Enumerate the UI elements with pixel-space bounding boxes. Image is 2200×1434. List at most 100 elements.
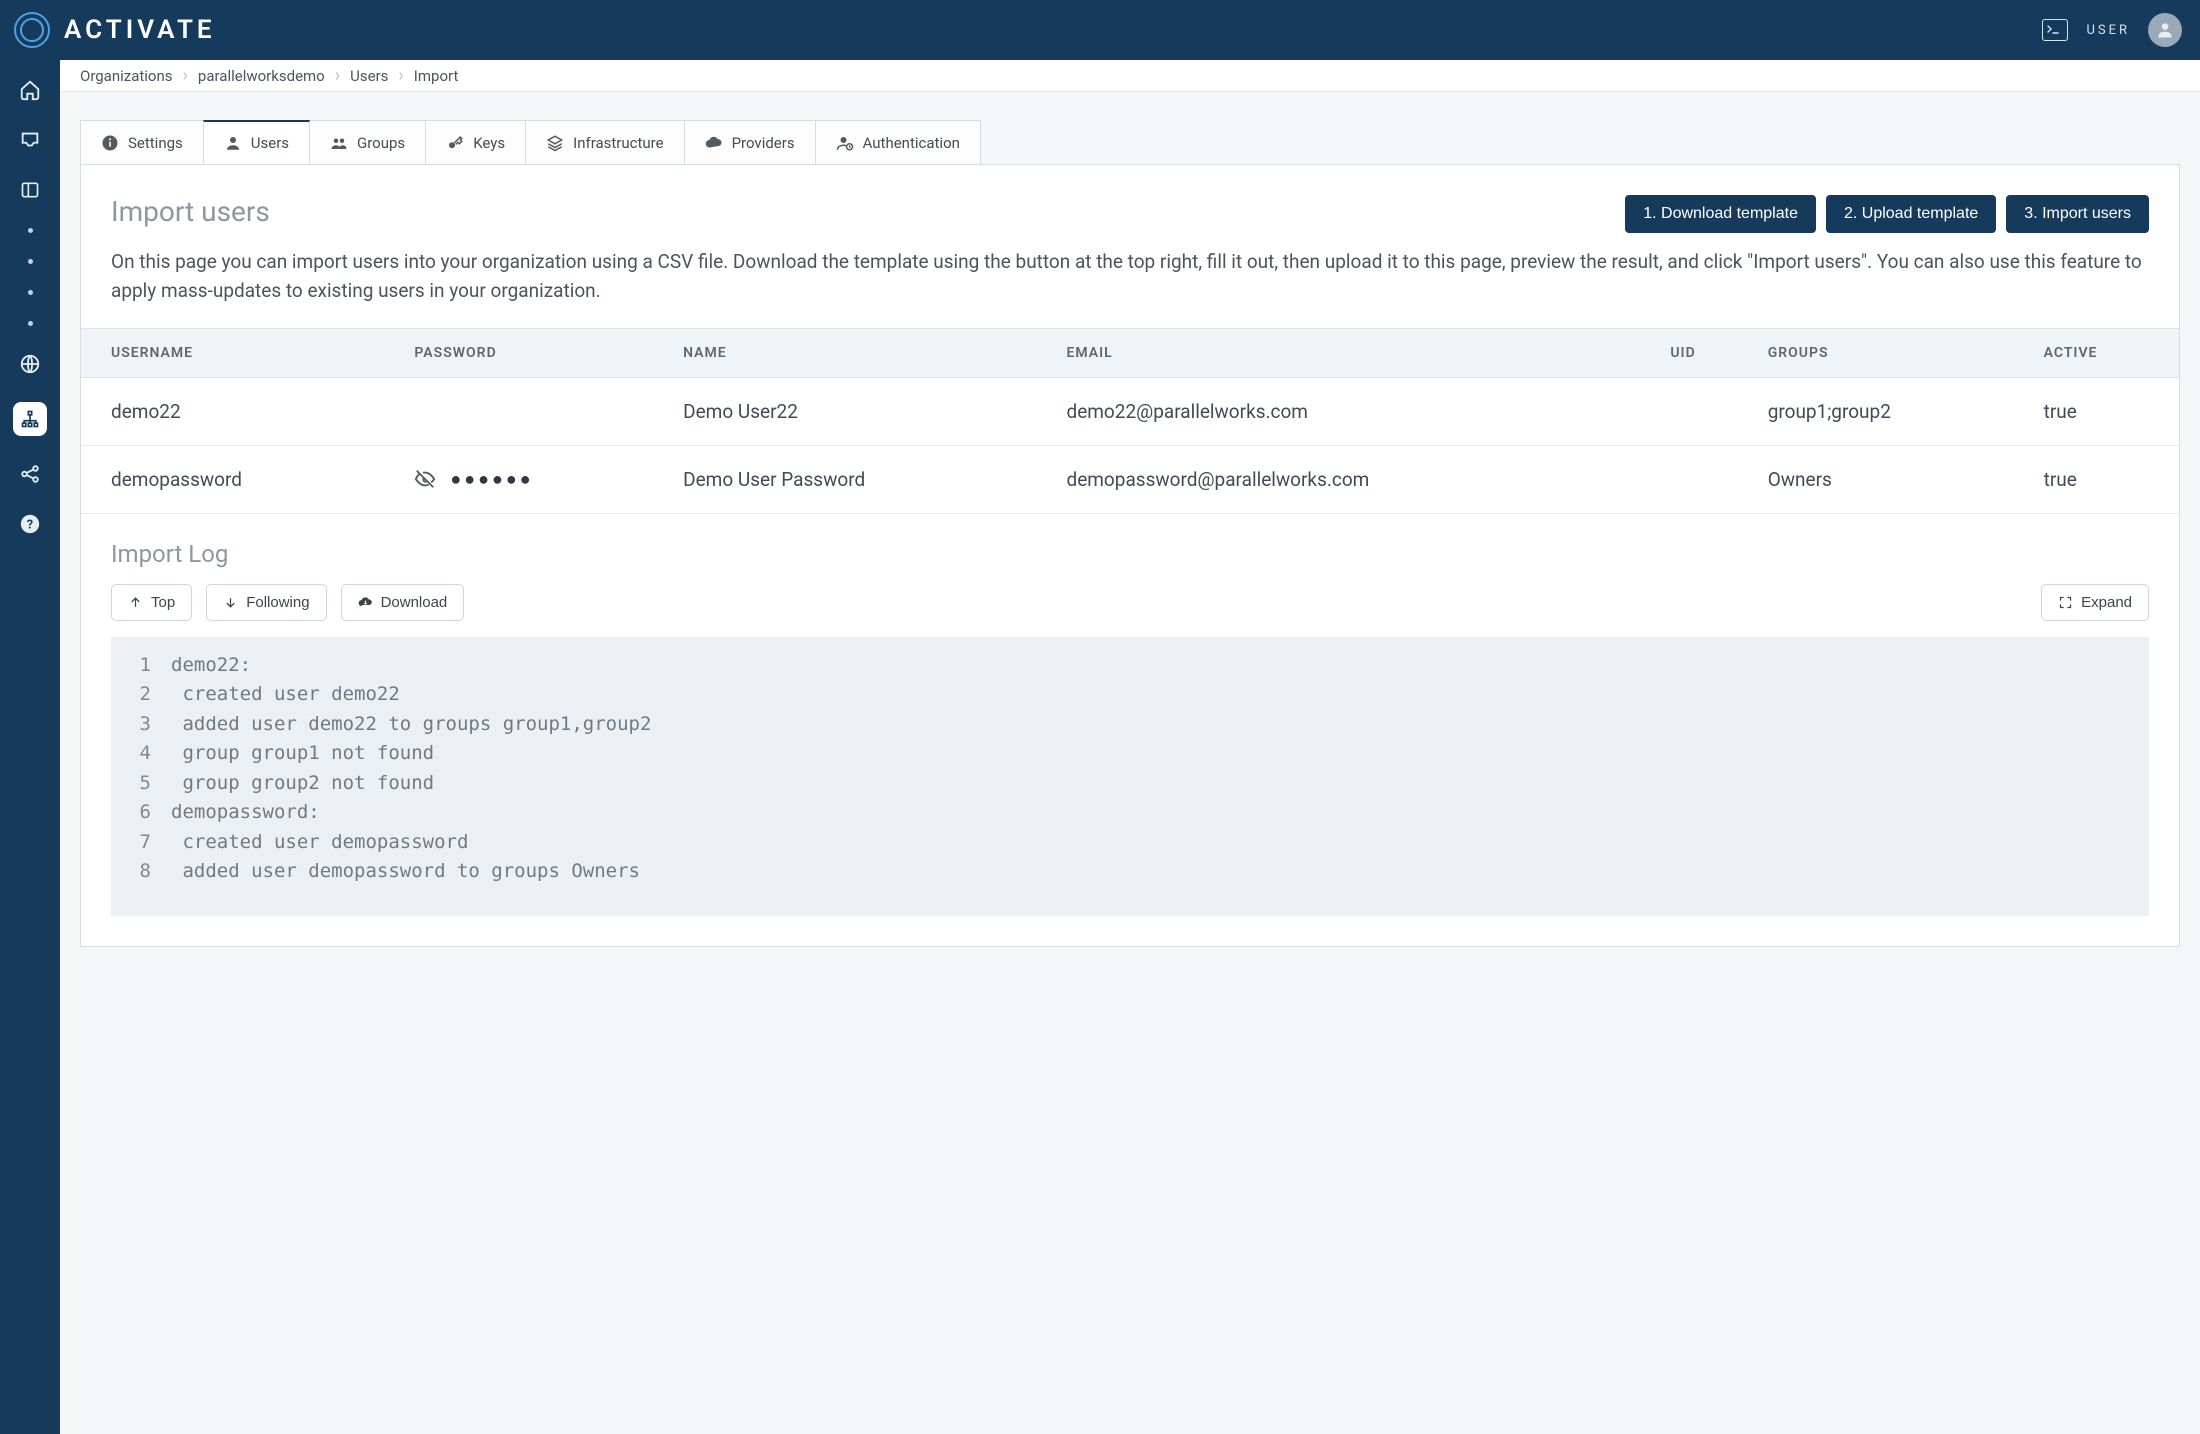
nav-dot-2[interactable]: [28, 259, 33, 264]
chevron-right-icon: ›: [183, 67, 188, 85]
log-line-number: 1: [131, 651, 171, 680]
table-row: demo22 Demo User22 demo22@parallelworks.…: [81, 377, 2179, 445]
breadcrumb-item[interactable]: Organizations: [80, 67, 173, 85]
cell-active: true: [2030, 445, 2179, 513]
group-icon: [330, 134, 348, 152]
user-icon: [224, 134, 242, 152]
import-panel: Import users 1. Download template 2. Upl…: [80, 164, 2180, 947]
log-btn-label: Download: [381, 594, 448, 611]
log-top-button[interactable]: Top: [111, 584, 192, 621]
log-expand-button[interactable]: Expand: [2041, 584, 2149, 621]
download-template-button[interactable]: 1. Download template: [1625, 195, 1816, 233]
log-line-text: created user demopassword: [171, 828, 468, 857]
user-label[interactable]: USER: [2086, 23, 2130, 38]
log-line: 8 added user demopassword to groups Owne…: [131, 857, 2129, 886]
log-line: 3 added user demo22 to groups group1,gro…: [131, 710, 2129, 739]
terminal-button[interactable]: [2042, 19, 2068, 41]
brand: ACTIVATE: [12, 10, 216, 50]
nav-dot-3[interactable]: [28, 290, 33, 295]
eye-off-icon[interactable]: [414, 468, 436, 490]
nav-dot-1[interactable]: [28, 228, 33, 233]
col-email: EMAIL: [1052, 328, 1656, 377]
log-line: 5 group group2 not found: [131, 769, 2129, 798]
tab-label: Authentication: [863, 134, 960, 152]
cell-email: demo22@parallelworks.com: [1052, 377, 1656, 445]
left-nav-rail: ?: [0, 60, 60, 1434]
import-preview-table: USERNAME PASSWORD NAME EMAIL UID GROUPS …: [81, 328, 2179, 514]
expand-icon: [2058, 595, 2073, 610]
log-btn-label: Following: [246, 594, 309, 611]
log-line-number: 2: [131, 680, 171, 709]
nav-dot-4[interactable]: [28, 321, 33, 326]
panel-icon[interactable]: [18, 178, 42, 202]
tab-label: Infrastructure: [573, 134, 663, 152]
breadcrumb-item[interactable]: Import: [414, 67, 459, 85]
cell-active: true: [2030, 377, 2179, 445]
cell-groups: Owners: [1754, 445, 2030, 513]
log-line-text: group group1 not found: [171, 739, 434, 768]
info-icon: [101, 134, 119, 152]
help-icon[interactable]: ?: [18, 512, 42, 536]
tab-infrastructure[interactable]: Infrastructure: [525, 120, 684, 164]
cell-username: demo22: [81, 377, 400, 445]
log-line: 6demopassword:: [131, 798, 2129, 827]
tab-keys[interactable]: Keys: [425, 120, 526, 164]
col-uid: UID: [1656, 328, 1753, 377]
log-line-number: 3: [131, 710, 171, 739]
chevron-right-icon: ›: [398, 67, 403, 85]
breadcrumb-item[interactable]: parallelworksdemo: [198, 67, 325, 85]
log-download-button[interactable]: Download: [341, 584, 465, 621]
import-log[interactable]: 1demo22:2 created user demo223 added use…: [111, 637, 2149, 917]
tab-label: Settings: [128, 134, 183, 152]
page-description: On this page you can import users into y…: [81, 233, 2179, 328]
org-icon[interactable]: [13, 402, 47, 436]
tab-authentication[interactable]: Authentication: [815, 120, 981, 164]
log-line: 7 created user demopassword: [131, 828, 2129, 857]
col-groups: GROUPS: [1754, 328, 2030, 377]
avatar[interactable]: [2148, 13, 2182, 47]
inbox-icon[interactable]: [18, 128, 42, 152]
log-line-text: created user demo22: [171, 680, 400, 709]
log-line: 4 group group1 not found: [131, 739, 2129, 768]
tab-providers[interactable]: Providers: [684, 120, 816, 164]
log-btn-label: Expand: [2081, 594, 2132, 611]
brand-name: ACTIVATE: [64, 15, 216, 45]
tab-groups[interactable]: Groups: [309, 120, 426, 164]
cell-groups: group1;group2: [1754, 377, 2030, 445]
home-icon[interactable]: [18, 78, 42, 102]
cell-name: Demo User Password: [669, 445, 1052, 513]
cell-password: ●●●●●●: [400, 445, 669, 513]
log-following-button[interactable]: Following: [206, 584, 326, 621]
log-line-text: added user demopassword to groups Owners: [171, 857, 640, 886]
cell-uid: [1656, 445, 1753, 513]
tab-bar: Settings Users Groups Keys Infrastructur…: [60, 120, 2200, 164]
cell-name: Demo User22: [669, 377, 1052, 445]
chevron-right-icon: ›: [335, 67, 340, 85]
tab-label: Users: [251, 134, 289, 152]
log-line: 1demo22:: [131, 651, 2129, 680]
import-users-button[interactable]: 3. Import users: [2006, 195, 2149, 233]
log-line-text: demo22:: [171, 651, 251, 680]
settings-share-icon[interactable]: [18, 462, 42, 486]
cloud-download-icon: [358, 595, 373, 610]
tab-users[interactable]: Users: [203, 120, 310, 164]
log-line-number: 5: [131, 769, 171, 798]
arrow-down-icon: [223, 595, 238, 610]
page-title: Import users: [111, 195, 270, 228]
col-name: NAME: [669, 328, 1052, 377]
svg-text:?: ?: [27, 518, 33, 533]
key-icon: [446, 134, 464, 152]
breadcrumb-item[interactable]: Users: [350, 67, 388, 85]
upload-template-button[interactable]: 2. Upload template: [1826, 195, 1996, 233]
import-log-title: Import Log: [81, 514, 2179, 584]
tab-label: Keys: [473, 134, 505, 152]
layers-icon: [546, 134, 564, 152]
globe-icon[interactable]: [18, 352, 42, 376]
auth-icon: [836, 134, 854, 152]
tab-settings[interactable]: Settings: [80, 120, 204, 164]
log-line-text: added user demo22 to groups group1,group…: [171, 710, 651, 739]
log-line-number: 6: [131, 798, 171, 827]
log-line-number: 7: [131, 828, 171, 857]
topbar: ACTIVATE USER: [0, 0, 2200, 60]
log-line-number: 8: [131, 857, 171, 886]
